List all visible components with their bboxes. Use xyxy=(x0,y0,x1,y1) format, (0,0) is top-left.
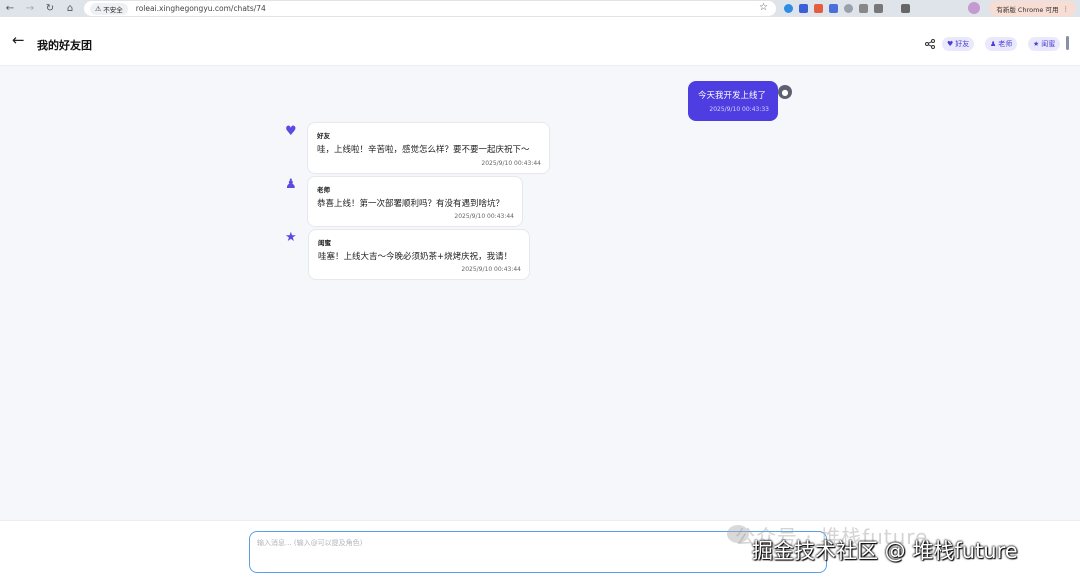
sender-name: 好友 xyxy=(317,132,330,140)
menu-icon[interactable]: ⋮ xyxy=(1063,5,1070,13)
back-nav-icon[interactable]: ← xyxy=(0,0,20,17)
message-timestamp: 2025/9/10 00:43:33 xyxy=(709,106,769,113)
sender-name: 老师 xyxy=(317,186,330,194)
role-chip-friend[interactable]: ♥ 好友 xyxy=(942,37,975,51)
heart-icon: ♥ xyxy=(947,40,954,48)
watermark-text: 掘金技术社区 @ 堆栈future xyxy=(752,539,1018,563)
profile-avatar[interactable] xyxy=(968,2,980,14)
reload-icon[interactable]: ↻ xyxy=(40,0,60,17)
header-scrollbar[interactable] xyxy=(1066,36,1069,50)
message-text: 恭喜上线！第一次部署顺利吗？有没有遇到啥坑？ xyxy=(317,199,505,209)
message-text: 哇，上线啦！辛苦啦，感觉怎么样？要不要一起庆祝下～ xyxy=(317,145,530,155)
message-timestamp: 2025/9/10 00:43:44 xyxy=(454,213,514,220)
teacher-icon: ♟ xyxy=(285,177,297,192)
forward-nav-icon[interactable]: → xyxy=(20,0,40,17)
extension-icon[interactable] xyxy=(799,4,808,13)
teacher-icon: ♟ xyxy=(990,40,997,48)
address-bar[interactable]: ⚠ 不安全 roleai.xinghegongyu.com/chats/74 ☆ xyxy=(84,1,776,16)
reply-bubble-bestie: 闺蜜 哇塞！上线大吉～今晚必须奶茶+烧烤庆祝，我请！ 2025/9/10 00:… xyxy=(308,229,530,280)
security-indicator[interactable]: ⚠ 不安全 xyxy=(90,2,128,15)
star-icon: ★ xyxy=(285,230,297,245)
message-timestamp: 2025/9/10 00:43:44 xyxy=(481,160,541,167)
extensions-area xyxy=(784,0,910,17)
home-icon[interactable]: ⌂ xyxy=(60,0,80,17)
user-message-bubble: 今天我开发上线了 2025/9/10 00:43:33 xyxy=(688,81,778,121)
url-text[interactable]: roleai.xinghegongyu.com/chats/74 xyxy=(136,4,266,13)
share-icon[interactable] xyxy=(925,39,935,52)
heart-icon: ♥ xyxy=(285,124,297,139)
role-chip-label: 闺蜜 xyxy=(1041,40,1056,48)
role-chip-label: 老师 xyxy=(998,40,1013,48)
message-text: 今天我开发上线了 xyxy=(698,91,767,101)
sidebar-icon[interactable] xyxy=(901,4,910,13)
browser-toolbar: ← → ↻ ⌂ ⚠ 不安全 roleai.xinghegongyu.com/ch… xyxy=(0,0,1080,17)
chat-header: ← 我的好友团 ♥ 好友 ♟ 老师 ★ 闺蜜 xyxy=(0,17,1080,66)
user-avatar-icon: ● xyxy=(778,85,792,99)
extension-icon[interactable] xyxy=(814,4,823,13)
sender-name: 闺蜜 xyxy=(318,239,331,247)
role-chip-bestie[interactable]: ★ 闺蜜 xyxy=(1028,37,1061,51)
reply-bubble-friend: 好友 哇，上线啦！辛苦啦，感觉怎么样？要不要一起庆祝下～ 2025/9/10 0… xyxy=(307,122,550,174)
role-chip-label: 好友 xyxy=(955,40,970,48)
warning-icon: ⚠ xyxy=(95,4,102,13)
bookmark-star-icon[interactable]: ☆ xyxy=(759,2,768,13)
role-chip-teacher[interactable]: ♟ 老师 xyxy=(985,37,1018,51)
extension-icon[interactable] xyxy=(784,4,793,13)
page-title: 我的好友团 xyxy=(37,39,92,52)
update-label: 有新版 Chrome 可用 xyxy=(996,5,1059,14)
insecure-label: 不安全 xyxy=(103,5,123,14)
star-icon: ★ xyxy=(1033,40,1040,48)
message-timestamp: 2025/9/10 00:43:44 xyxy=(461,266,521,273)
extension-icon[interactable] xyxy=(844,4,853,13)
extension-icon[interactable] xyxy=(829,4,838,13)
reply-bubble-teacher: 老师 恭喜上线！第一次部署顺利吗？有没有遇到啥坑？ 2025/9/10 00:4… xyxy=(307,176,523,227)
puzzle-icon[interactable] xyxy=(874,4,883,13)
message-text: 哇塞！上线大吉～今晚必须奶茶+烧烤庆祝，我请！ xyxy=(318,252,513,262)
chrome-update-button[interactable]: 有新版 Chrome 可用 ⋮ xyxy=(989,1,1076,16)
back-arrow-icon[interactable]: ← xyxy=(12,31,25,49)
camera-icon[interactable] xyxy=(859,4,868,13)
